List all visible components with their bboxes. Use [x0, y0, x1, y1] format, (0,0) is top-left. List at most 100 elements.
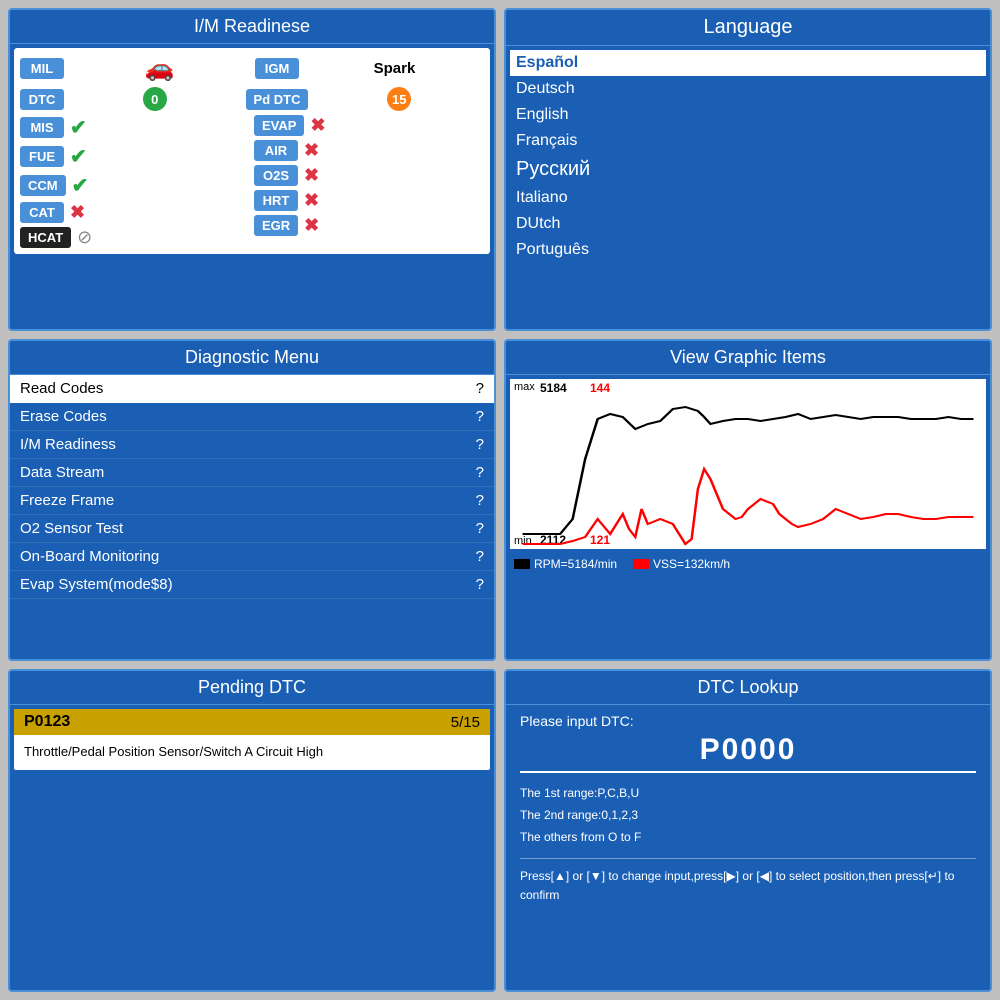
- lang-dutch[interactable]: DUtch: [516, 211, 980, 237]
- im-hcat: HCAT ⊘: [20, 227, 250, 248]
- dtc-description: Throttle/Pedal Position Sensor/Switch A …: [14, 735, 490, 769]
- air-cross: ✖: [304, 140, 319, 161]
- pending-dtc-title: Pending DTC: [10, 671, 494, 705]
- lang-francais[interactable]: Français: [516, 128, 980, 154]
- hcat-label: HCAT: [20, 227, 71, 248]
- diag-onboard-monitoring[interactable]: On-Board Monitoring ?: [10, 543, 494, 571]
- im-o2s: O2S ✖: [254, 165, 484, 186]
- im-evap: EVAP ✖: [254, 115, 484, 136]
- dtc-range3: The others from O to F: [520, 827, 976, 849]
- dtc-instructions: Press[▲] or [▼] to change input,press[▶]…: [520, 858, 976, 905]
- lang-espanol[interactable]: Español: [510, 50, 986, 76]
- engine-icon: 🚗: [145, 54, 175, 83]
- im-air: AIR ✖: [254, 140, 484, 161]
- im-cat: CAT ✖: [20, 202, 250, 223]
- mil-label: MIL: [20, 58, 64, 79]
- dtc-value: 0: [70, 87, 240, 111]
- legend-vss-label: VSS=132km/h: [653, 557, 730, 571]
- legend-vss: VSS=132km/h: [633, 557, 730, 571]
- im-readiness-content: MIL 🚗 IGM Spark DTC 0 Pd DTC 15 MIS: [14, 48, 490, 254]
- lang-english[interactable]: English: [516, 102, 980, 128]
- im-status-grid: MIS ✔ FUE ✔ CCM ✔ CAT ✖ HCAT ⊘: [20, 115, 484, 248]
- diag-read-codes[interactable]: Read Codes ?: [10, 375, 494, 403]
- lang-russian[interactable]: Русский: [516, 154, 980, 185]
- dtc-input-label: Please input DTC:: [520, 713, 976, 729]
- lang-portuguese[interactable]: Português: [516, 237, 980, 263]
- diag-o2-sensor[interactable]: O2 Sensor Test ?: [10, 515, 494, 543]
- dtc-range2: The 2nd range:0,1,2,3: [520, 805, 976, 827]
- legend-rpm: RPM=5184/min: [514, 557, 617, 571]
- diagnostic-menu-title: Diagnostic Menu: [10, 341, 494, 375]
- graph-svg: [510, 379, 986, 549]
- language-list: Español Deutsch English Français Русский…: [506, 46, 990, 267]
- hcat-slash: ⊘: [77, 227, 92, 248]
- view-graphic-title: View Graphic Items: [506, 341, 990, 375]
- fue-label: FUE: [20, 146, 64, 167]
- cat-label: CAT: [20, 202, 64, 223]
- lang-deutsch[interactable]: Deutsch: [516, 76, 980, 102]
- hrt-label: HRT: [254, 190, 298, 211]
- mil-value: 🚗: [70, 54, 249, 83]
- im-readiness-panel: I/M Readinese MIL 🚗 IGM Spark DTC 0 Pd D…: [8, 8, 496, 331]
- evap-label: EVAP: [254, 115, 304, 136]
- cat-cross: ✖: [70, 202, 85, 223]
- im-hrt: HRT ✖: [254, 190, 484, 211]
- dtc-page-count: 5/15: [451, 714, 480, 731]
- language-panel: Language Español Deutsch English Françai…: [504, 8, 992, 331]
- igm-text: Spark: [374, 60, 416, 77]
- pending-dtc-panel: Pending DTC P0123 5/15 Throttle/Pedal Po…: [8, 669, 496, 992]
- egr-cross: ✖: [304, 215, 319, 236]
- o2s-label: O2S: [254, 165, 298, 186]
- ccm-check: ✔: [72, 173, 89, 198]
- dtc-lookup-title: DTC Lookup: [506, 671, 990, 705]
- im-egr: EGR ✖: [254, 215, 484, 236]
- diagnostic-menu-panel: Diagnostic Menu Read Codes ? Erase Codes…: [8, 339, 496, 662]
- diag-evap-system[interactable]: Evap System(mode$8) ?: [10, 571, 494, 599]
- pddtc-label: Pd DTC: [246, 89, 309, 110]
- im-ccm: CCM ✔: [20, 173, 250, 198]
- evap-cross: ✖: [310, 115, 325, 136]
- dtc-label: DTC: [20, 89, 64, 110]
- legend-black-box: [514, 559, 530, 569]
- egr-label: EGR: [254, 215, 298, 236]
- dtc-code-row: P0123 5/15: [14, 709, 490, 735]
- pddtc-value: 15: [314, 87, 484, 111]
- pending-dtc-content: P0123 5/15 Throttle/Pedal Position Senso…: [14, 709, 490, 769]
- diag-erase-codes[interactable]: Erase Codes ?: [10, 403, 494, 431]
- diagnostic-menu-list: Read Codes ? Erase Codes ? I/M Readiness…: [10, 375, 494, 599]
- legend-red-box: [633, 559, 649, 569]
- hrt-cross: ✖: [304, 190, 319, 211]
- graph-legend: RPM=5184/min VSS=132km/h: [506, 553, 990, 575]
- dtc-range1: The 1st range:P,C,B,U: [520, 783, 976, 805]
- im-right-col: EVAP ✖ AIR ✖ O2S ✖ HRT ✖ EGR ✖: [254, 115, 484, 248]
- im-readiness-title: I/M Readinese: [10, 10, 494, 44]
- igm-label: IGM: [255, 58, 299, 79]
- view-graphic-panel: View Graphic Items max 5184 144 min 2112…: [504, 339, 992, 662]
- dtc-code: P0123: [24, 713, 70, 731]
- mis-check: ✔: [70, 115, 87, 140]
- dtc-lookup-content: Please input DTC: P0000 The 1st range:P,…: [506, 705, 990, 913]
- im-fue: FUE ✔: [20, 144, 250, 169]
- graph-area: max 5184 144 min 2112 121: [510, 379, 986, 549]
- legend-rpm-label: RPM=5184/min: [534, 557, 617, 571]
- diag-im-readiness[interactable]: I/M Readiness ?: [10, 431, 494, 459]
- dtc-lookup-panel: DTC Lookup Please input DTC: P0000 The 1…: [504, 669, 992, 992]
- language-title: Language: [506, 10, 990, 46]
- o2s-cross: ✖: [304, 165, 319, 186]
- im-mid-row: DTC 0 Pd DTC 15: [20, 87, 484, 111]
- air-label: AIR: [254, 140, 298, 161]
- mis-label: MIS: [20, 117, 64, 138]
- dtc-badge: 0: [143, 87, 167, 111]
- pddtc-badge: 15: [387, 87, 411, 111]
- im-mis: MIS ✔: [20, 115, 250, 140]
- igm-value: Spark: [305, 60, 484, 77]
- im-top-row: MIL 🚗 IGM Spark: [20, 54, 484, 83]
- lang-italiano[interactable]: Italiano: [516, 185, 980, 211]
- fue-check: ✔: [70, 144, 87, 169]
- ccm-label: CCM: [20, 175, 66, 196]
- dtc-lookup-info: The 1st range:P,C,B,U The 2nd range:0,1,…: [520, 783, 976, 848]
- diag-freeze-frame[interactable]: Freeze Frame ?: [10, 487, 494, 515]
- diag-data-stream[interactable]: Data Stream ?: [10, 459, 494, 487]
- im-left-col: MIS ✔ FUE ✔ CCM ✔ CAT ✖ HCAT ⊘: [20, 115, 250, 248]
- dtc-input-value[interactable]: P0000: [520, 733, 976, 773]
